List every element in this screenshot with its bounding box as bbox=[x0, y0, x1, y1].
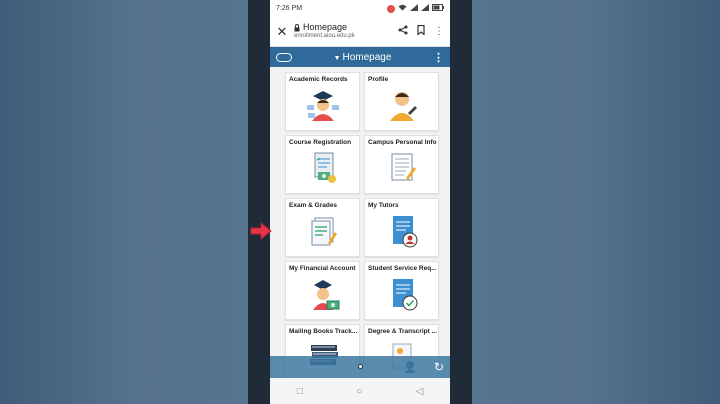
app-bar: ▼ Homepage ⋮ bbox=[270, 47, 450, 67]
signal-icon-2 bbox=[421, 4, 429, 13]
tile-academic-records[interactable]: Academic Records bbox=[285, 72, 360, 131]
home-icon[interactable]: ○ bbox=[356, 386, 362, 397]
phone-bezel-right bbox=[450, 0, 472, 404]
graduate-icon bbox=[303, 87, 343, 128]
close-icon[interactable]: ✕ bbox=[276, 24, 288, 40]
tile-label: Mailing Books Track... bbox=[289, 328, 358, 335]
tile-student-service-request[interactable]: Student Service Req... bbox=[364, 261, 439, 320]
recording-icon bbox=[387, 4, 395, 13]
wifi-icon bbox=[398, 4, 407, 13]
tile-label: Course Registration bbox=[289, 139, 352, 146]
registration-doc-icon bbox=[303, 150, 343, 191]
profile-person-icon bbox=[382, 87, 422, 128]
exam-doc-icon bbox=[303, 213, 343, 254]
tile-label: Student Service Req... bbox=[368, 265, 437, 272]
app-title: Homepage bbox=[342, 51, 392, 63]
overlay-dot-icon bbox=[358, 364, 363, 369]
tile-label: Campus Personal Info bbox=[368, 139, 437, 146]
tile-label: My Financial Account bbox=[289, 265, 356, 272]
back-icon[interactable]: ◁ bbox=[416, 386, 424, 397]
refresh-icon[interactable]: ↻ bbox=[434, 360, 444, 374]
phone-bezel-left bbox=[248, 0, 270, 404]
graduate-money-icon bbox=[303, 276, 343, 317]
tile-my-tutors[interactable]: My Tutors bbox=[364, 198, 439, 257]
app-menu-icon[interactable]: ⋮ bbox=[433, 51, 444, 64]
page-title: Homepage bbox=[303, 22, 348, 33]
android-nav-bar: □ ○ ◁ bbox=[270, 378, 450, 404]
tile-label: Profile bbox=[368, 76, 389, 83]
tile-exam-grades[interactable]: Exam & Grades bbox=[285, 198, 360, 257]
lock-icon bbox=[294, 24, 300, 32]
signal-icon bbox=[410, 4, 418, 13]
info-doc-icon bbox=[382, 150, 422, 191]
battery-icon bbox=[432, 4, 444, 13]
pointer-arrow-icon bbox=[250, 222, 272, 240]
url-info[interactable]: Homepage enrollment.aiou.edu.pk bbox=[294, 22, 392, 40]
tile-my-financial-account[interactable]: My Financial Account bbox=[285, 261, 360, 320]
browser-bar: ✕ Homepage enrollment.aiou.edu.pk ⋮ bbox=[270, 17, 450, 47]
bookmark-icon[interactable] bbox=[417, 24, 425, 38]
url-domain: enrollment.aiou.edu.pk bbox=[294, 33, 355, 40]
status-icons bbox=[387, 4, 444, 13]
share-icon[interactable] bbox=[398, 25, 408, 38]
caret-down-icon: ▼ bbox=[333, 54, 341, 62]
tutor-doc-icon bbox=[382, 213, 422, 254]
app-title-dropdown[interactable]: ▼ Homepage bbox=[292, 52, 433, 63]
browser-actions: ⋮ bbox=[398, 24, 444, 38]
tile-label: Exam & Grades bbox=[289, 202, 338, 209]
tile-grid: Academic Records Profile Course Registra… bbox=[270, 67, 450, 383]
phone-screen: 7:26 PM ✕ Homepage enrollment.aiou.edu.p… bbox=[270, 0, 450, 404]
recent-apps-icon[interactable]: □ bbox=[297, 386, 303, 397]
tile-label: Academic Records bbox=[289, 76, 348, 83]
tile-campus-personal-info[interactable]: Campus Personal Info bbox=[364, 135, 439, 194]
tile-course-registration[interactable]: Course Registration bbox=[285, 135, 360, 194]
tile-label: My Tutors bbox=[368, 202, 399, 209]
toggle-icon[interactable] bbox=[276, 52, 292, 62]
tile-label: Degree & Transcript ... bbox=[368, 328, 437, 335]
tile-profile[interactable]: Profile bbox=[364, 72, 439, 131]
status-time: 7:26 PM bbox=[276, 5, 303, 12]
service-doc-icon bbox=[382, 276, 422, 317]
more-options-icon[interactable]: ⋮ bbox=[434, 26, 444, 37]
bottom-overlay-bar: ↻ bbox=[270, 356, 450, 378]
status-bar: 7:26 PM bbox=[270, 0, 450, 17]
